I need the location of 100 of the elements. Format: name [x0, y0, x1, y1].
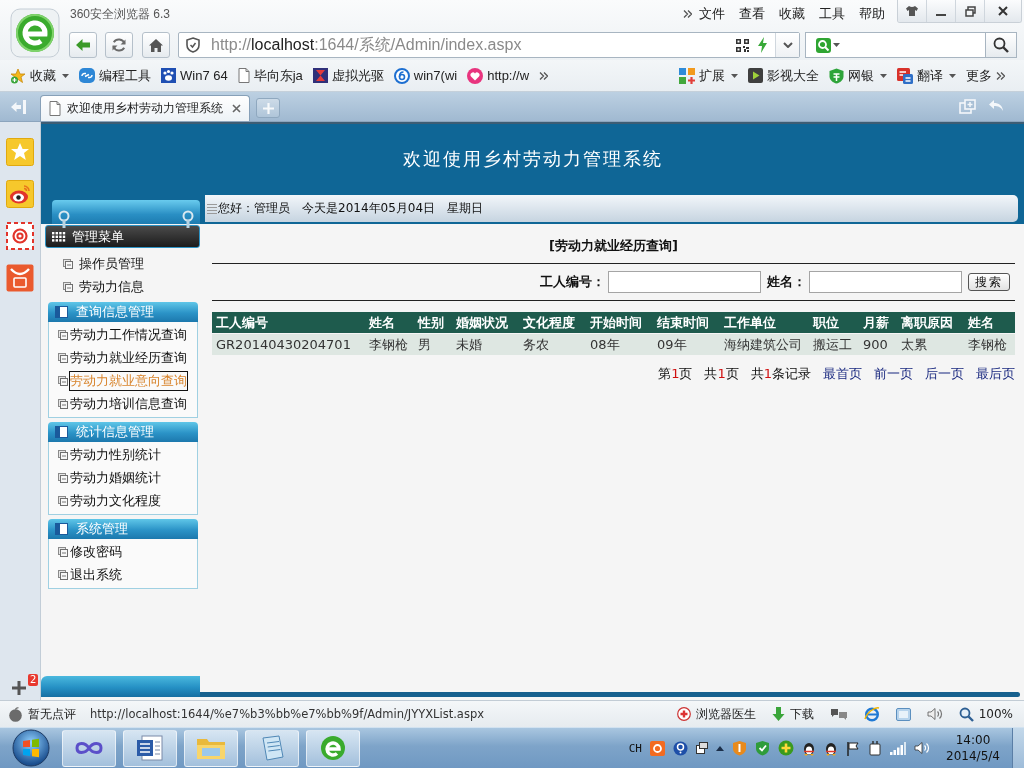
input-method-icon[interactable]: [650, 740, 665, 756]
plus-icon[interactable]: [12, 681, 26, 695]
dropdown-button[interactable]: [775, 33, 799, 57]
weekday-text: 星期日: [447, 200, 484, 217]
signal-icon[interactable]: [890, 741, 906, 755]
search-button[interactable]: 搜索: [968, 273, 1010, 291]
translate-icon: [897, 67, 913, 84]
caret-up-icon[interactable]: [716, 745, 724, 751]
logo-icon[interactable]: [10, 8, 60, 58]
bullet-icon: [63, 258, 73, 269]
table-cell: 李钢枪: [365, 333, 414, 355]
address-field[interactable]: http://localhost:1644/系统/Admin/index.aspx: [211, 35, 736, 55]
plus-icon[interactable]: [778, 740, 794, 756]
menu-link[interactable]: 劳动力文化程度: [69, 490, 162, 511]
pager-link[interactable]: 前一页: [874, 365, 913, 383]
column-header: 开始时间: [586, 312, 653, 334]
menu-item[interactable]: 帮助: [852, 6, 892, 22]
menu-link[interactable]: 劳动力工作情况查询: [69, 324, 188, 345]
double-chevron-icon[interactable]: [539, 71, 549, 80]
bookmark-link[interactable]: 影视大全: [748, 66, 819, 85]
pager-link[interactable]: 最首页: [823, 365, 862, 383]
menu-item[interactable]: 工具: [812, 6, 852, 22]
status-tool-button[interactable]: 下载: [771, 705, 814, 723]
browser-icon[interactable]: [863, 706, 880, 722]
table-cell: GR20140430204701: [212, 333, 365, 355]
bookmark-link[interactable]: 翻译: [897, 66, 956, 85]
help-icon[interactable]: [673, 740, 688, 756]
search-button[interactable]: [985, 32, 1017, 58]
rating-text: 暂无点评: [28, 705, 76, 723]
pager-link[interactable]: 后一页: [925, 365, 964, 383]
menu-link[interactable]: 修改密码: [69, 541, 123, 562]
double-chevron-icon[interactable]: [683, 10, 692, 18]
clock-date[interactable]: 2014/5/4: [946, 748, 1000, 764]
menu-item[interactable]: 查看: [732, 6, 772, 22]
browser-icon: [319, 734, 347, 762]
bookmark-link[interactable]: 收藏: [10, 66, 69, 85]
shield-icon[interactable]: [755, 740, 770, 756]
panel-icon: [55, 523, 68, 535]
input-field[interactable]: [809, 271, 962, 293]
lightning-icon[interactable]: [758, 37, 767, 53]
penguin-icon[interactable]: [824, 740, 838, 756]
table-cell: 李钢枪: [964, 333, 1015, 355]
bookmark-link[interactable]: 更多: [966, 66, 1005, 85]
window-icon[interactable]: [696, 742, 708, 754]
back-button[interactable]: [69, 32, 97, 58]
bookmark-link[interactable]: win7(wi: [393, 67, 458, 84]
menu-link[interactable]: 劳动力信息: [78, 276, 145, 297]
taskbar-button[interactable]: [62, 729, 116, 767]
restore-button[interactable]: [955, 0, 984, 22]
browser-tab[interactable]: 欢迎使用乡村劳动力管理系统: [40, 95, 250, 121]
menu-item[interactable]: 收藏: [772, 6, 812, 22]
close-button[interactable]: [984, 0, 1021, 22]
bookmark-link[interactable]: Win7 64: [161, 68, 228, 83]
menu-link[interactable]: 劳动力婚姻统计: [69, 467, 162, 488]
minimize-icon: [936, 13, 946, 16]
refresh-button[interactable]: [105, 32, 133, 58]
start-orb-icon[interactable]: [12, 729, 50, 767]
speaker-icon[interactable]: [926, 707, 943, 721]
bookmark-link[interactable]: 虚拟光驱: [312, 66, 384, 85]
sidebar-toggle-icon[interactable]: [10, 99, 27, 114]
pager-link[interactable]: 最后页: [976, 365, 1015, 383]
bullet-icon: [58, 375, 68, 386]
taskbar-button[interactable]: [306, 729, 360, 767]
shield-icon[interactable]: [732, 740, 747, 756]
menu-item[interactable]: 文件: [692, 6, 732, 22]
address-bar[interactable]: http://localhost:1644/系统/Admin/index.aspx: [178, 32, 800, 58]
taskbar-button[interactable]: [245, 729, 299, 767]
refresh-icon: [111, 37, 127, 53]
input-field[interactable]: [608, 271, 761, 293]
bookmark-link[interactable]: http://w: [467, 67, 530, 84]
chat-icon[interactable]: [829, 707, 848, 721]
menu-link[interactable]: 操作员管理: [78, 253, 145, 274]
search-field[interactable]: [805, 32, 985, 58]
close-icon[interactable]: [232, 104, 241, 113]
flag-icon[interactable]: [846, 740, 860, 756]
mail-icon[interactable]: [6, 222, 34, 250]
bookmark-link[interactable]: 扩展: [679, 66, 738, 85]
show-desktop-button[interactable]: [1012, 728, 1024, 768]
taskbar-button[interactable]: [123, 729, 177, 767]
new-tab-button[interactable]: [256, 98, 280, 118]
bookmark-link[interactable]: 网银: [829, 66, 887, 85]
eye-icon[interactable]: [6, 180, 34, 208]
bookmark-link[interactable]: 毕向东ja: [237, 66, 303, 85]
speaker-icon[interactable]: [914, 741, 930, 755]
bookmark-link[interactable]: 编程工具: [79, 66, 151, 85]
shopping-icon[interactable]: [6, 264, 34, 292]
menu-title: 管理菜单: [72, 227, 124, 246]
language-indicator[interactable]: CH: [628, 741, 642, 755]
menu-link[interactable]: 劳动力培训信息查询: [69, 393, 188, 414]
device-icon[interactable]: [868, 740, 882, 756]
status-tool-button[interactable]: 浏览器医生: [676, 705, 756, 723]
clock-time[interactable]: 14:00: [955, 732, 991, 748]
home-button[interactable]: [142, 32, 170, 58]
minimize-button[interactable]: [926, 0, 955, 22]
menu-link[interactable]: 退出系统: [69, 564, 123, 585]
zoom-button[interactable]: 100%: [958, 706, 1013, 722]
menu-link[interactable]: 劳动力就业经历查询: [69, 347, 188, 368]
menu-link[interactable]: 劳动力性别统计: [69, 444, 162, 465]
penguin-icon[interactable]: [802, 740, 816, 756]
qr-code-icon[interactable]: [736, 38, 749, 52]
